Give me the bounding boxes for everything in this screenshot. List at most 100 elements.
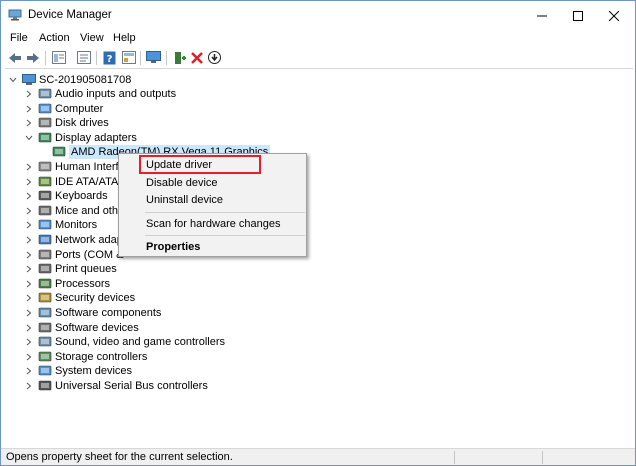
device-tree: SC-201905081708 Audio inputs and outputs… (5, 68, 633, 446)
device-manager-window: Device Manager File Action View Help ? S… (0, 0, 636, 466)
back-button[interactable] (6, 49, 23, 66)
display-adapter-icon (52, 147, 66, 157)
tree-category-row[interactable]: Display adapters (24, 131, 137, 145)
tree-root[interactable]: SC-201905081708 (8, 73, 131, 87)
tree-category-row[interactable]: Print queues (24, 262, 117, 276)
chevron-right-icon[interactable] (24, 189, 34, 203)
tree-item-label: Mice and othe (55, 204, 125, 217)
chevron-right-icon[interactable] (24, 277, 34, 291)
monitor-icon (146, 51, 161, 63)
show-hide-console-tree-button[interactable] (50, 49, 67, 66)
show-hidden-icon (121, 51, 136, 64)
update-download-icon (208, 51, 221, 64)
uninstall-x-icon (190, 51, 203, 64)
tree-item-label: Software components (55, 307, 162, 319)
port-icon (38, 249, 52, 259)
tree-item-label: Computer (55, 102, 104, 115)
scan-monitor-button[interactable] (145, 49, 162, 66)
menu-action[interactable]: Action (39, 32, 70, 44)
forward-button[interactable] (24, 49, 41, 66)
chevron-right-icon[interactable] (24, 335, 34, 349)
tree-category-row[interactable]: Sound, video and game controllers (24, 335, 225, 349)
tree-item-label: Print queues (55, 263, 117, 276)
update-driver-highlight-box (139, 155, 261, 174)
add-driver-button[interactable] (171, 49, 188, 66)
toolbar-separator (166, 51, 167, 65)
tree-item-label: Human Interfa (55, 161, 125, 173)
tree-category-row[interactable]: Mice and othe (24, 204, 124, 218)
minimize-icon (537, 15, 547, 16)
menu-bar: File Action View Help (1, 30, 635, 48)
close-button[interactable] (591, 1, 636, 30)
toolbar-separator (45, 51, 46, 65)
software-device-icon (38, 322, 52, 332)
chevron-right-icon[interactable] (24, 291, 34, 305)
tree-item-label: Network adapt (55, 234, 126, 246)
system-icon (38, 366, 52, 376)
menu-file[interactable]: File (10, 32, 28, 44)
chevron-right-icon[interactable] (24, 175, 34, 189)
tree-category-row[interactable]: Computer (24, 102, 103, 116)
menu-view[interactable]: View (80, 32, 104, 44)
menu-separator (145, 212, 305, 213)
tree-category-row[interactable]: Audio inputs and outputs (24, 87, 176, 101)
help-button[interactable]: ? (101, 49, 118, 66)
chevron-right-icon[interactable] (24, 218, 34, 232)
chevron-right-icon[interactable] (24, 102, 34, 116)
tree-category-row[interactable]: Network adapt (24, 233, 126, 247)
menu-item-scan-hardware[interactable]: Scan for hardware changes (146, 216, 281, 232)
chevron-right-icon[interactable] (24, 160, 34, 174)
chevron-right-icon[interactable] (24, 306, 34, 320)
network-icon (38, 234, 52, 245)
device-manager-app-icon (8, 9, 22, 21)
ide-icon (38, 176, 52, 186)
monitor-icon (38, 220, 52, 230)
update-driver-button[interactable] (206, 49, 223, 66)
chevron-right-icon[interactable] (24, 248, 34, 262)
storage-icon (38, 351, 52, 362)
uninstall-button[interactable] (188, 49, 205, 66)
tree-category-row[interactable]: System devices (24, 364, 132, 378)
tree-category-row[interactable]: Human Interfa (24, 160, 125, 174)
tree-item-label: Monitors (55, 219, 98, 232)
menu-help[interactable]: Help (113, 32, 136, 44)
tree-category-row[interactable]: Security devices (24, 291, 135, 305)
tree-category-row[interactable]: Storage controllers (24, 350, 147, 364)
chevron-right-icon[interactable] (24, 204, 34, 218)
tree-category-row[interactable]: Ports (COM & (24, 248, 123, 262)
tree-category-row[interactable]: Universal Serial Bus controllers (24, 379, 208, 393)
tree-category-row[interactable]: Software devices (24, 321, 139, 335)
chevron-right-icon[interactable] (24, 350, 34, 364)
tree-item-label: Ports (COM & (55, 248, 124, 261)
chevron-right-icon[interactable] (24, 379, 34, 393)
chevron-down-icon[interactable] (8, 73, 18, 87)
chevron-down-icon[interactable] (24, 131, 34, 145)
chevron-right-icon[interactable] (24, 116, 34, 130)
chevron-right-icon[interactable] (24, 364, 34, 378)
keyboard-icon (38, 190, 52, 201)
tree-item-label: Security devices (55, 292, 136, 305)
tree-item-label: Storage controllers (55, 350, 148, 363)
menu-item-uninstall-device[interactable]: Uninstall device (146, 192, 223, 208)
show-hidden-button[interactable] (120, 49, 137, 66)
menu-item-disable-device[interactable]: Disable device (146, 175, 218, 191)
tree-category-row[interactable]: Keyboards (24, 189, 108, 203)
speaker-icon (38, 88, 52, 99)
hid-icon (38, 161, 52, 172)
menu-item-properties[interactable]: Properties (146, 239, 200, 255)
tree-category-row[interactable]: Software components (24, 306, 161, 320)
chevron-right-icon[interactable] (24, 87, 34, 101)
computer-root-icon (22, 74, 36, 85)
chevron-right-icon[interactable] (24, 233, 34, 247)
tree-item-label: Processors (55, 277, 111, 290)
svg-text:?: ? (107, 54, 113, 65)
tree-item-label: Software devices (55, 321, 139, 334)
toolbar: ? (1, 48, 635, 68)
chevron-right-icon[interactable] (24, 262, 34, 276)
tree-category-row[interactable]: IDE ATA/ATAPI (24, 175, 129, 189)
chevron-right-icon[interactable] (24, 321, 34, 335)
tree-category-row[interactable]: Processors (24, 277, 110, 291)
tree-category-row[interactable]: Monitors (24, 218, 97, 232)
tree-category-row[interactable]: Disk drives (24, 116, 109, 130)
properties-button[interactable] (75, 49, 92, 66)
